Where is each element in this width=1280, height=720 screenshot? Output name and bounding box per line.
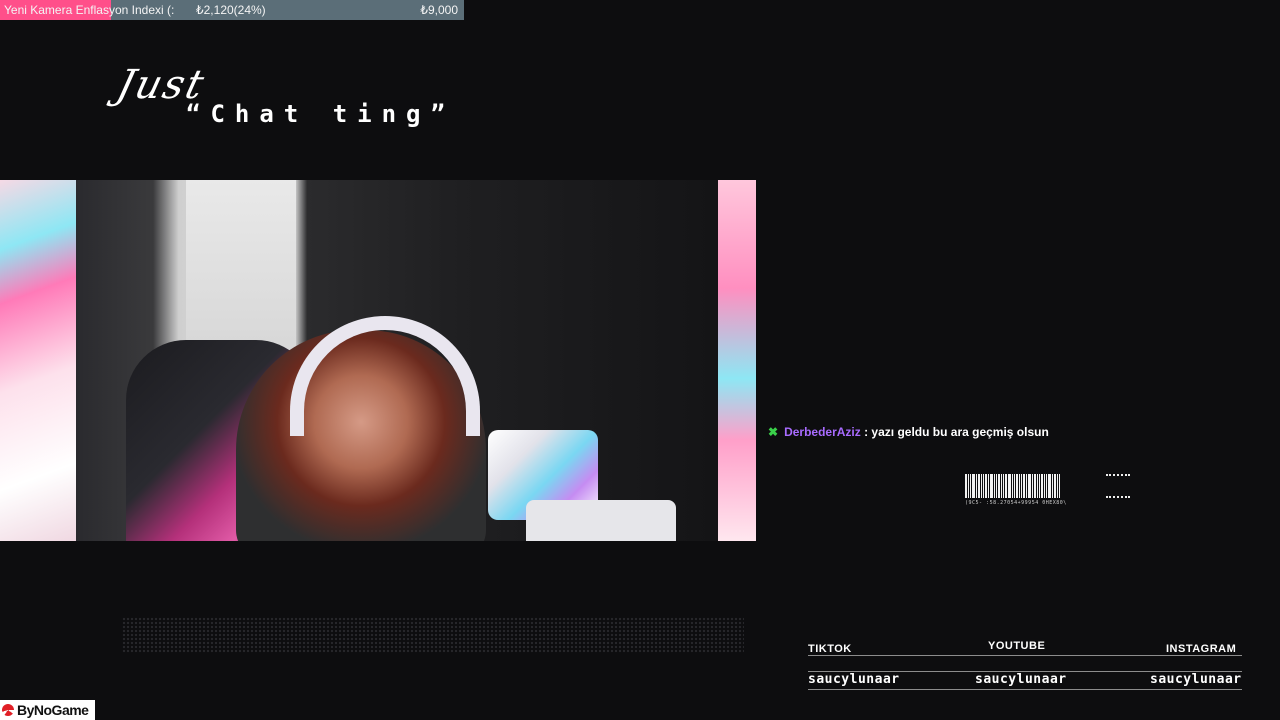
barcode-bar	[978, 474, 980, 498]
barcode-bar	[1054, 474, 1056, 498]
social-divider-top	[808, 655, 1242, 656]
barcode-bar	[1008, 474, 1011, 498]
watermark-text: ByNoGame	[17, 702, 89, 718]
webcam-video	[76, 180, 718, 541]
barcode-bar	[1026, 474, 1027, 498]
barcode-bar	[972, 474, 975, 498]
barcode-bar	[1001, 474, 1002, 498]
dotted-decoration	[122, 617, 744, 653]
barcode-bar	[1052, 474, 1053, 498]
webcam-gradient-border-right	[718, 180, 756, 541]
barcode-bar	[1041, 474, 1043, 498]
headphones	[290, 316, 480, 436]
bynogame-logo-icon	[2, 704, 14, 716]
barcode-bar	[985, 474, 987, 498]
barcode-bar	[1003, 474, 1004, 498]
scene-title-chatting: “Chat ting”	[186, 100, 455, 128]
barcode-bar	[1032, 474, 1033, 498]
webcam-gradient-border-left	[0, 180, 76, 541]
barcode-bar	[983, 474, 984, 498]
corner-marks-icon	[1106, 474, 1130, 498]
barcode-bar	[965, 474, 967, 498]
microphone-stand	[526, 500, 676, 541]
barcode-bar	[1048, 474, 1051, 498]
barcode-bar	[1023, 474, 1025, 498]
barcode-bar	[1034, 474, 1036, 498]
chat-separator: :	[860, 425, 872, 439]
barcode-bar	[1057, 474, 1058, 498]
green-x-badge-icon: ✖	[768, 425, 779, 439]
barcode-bar	[1028, 474, 1031, 498]
barcode-bar	[1037, 474, 1038, 498]
barcode-bar	[968, 474, 969, 498]
barcode-bar	[996, 474, 997, 498]
barcode-bars	[965, 474, 1067, 498]
webcam-frame	[0, 180, 756, 541]
barcode-bar	[1019, 474, 1020, 498]
donation-goal-bar: Yeni Kamera Enflasyon Indexi (: ₺2,120(2…	[0, 0, 464, 20]
goal-title: Yeni Kamera Enflasyon Indexi (:	[4, 3, 175, 17]
goal-raised-amount: ₺2,120(24%)	[196, 3, 266, 17]
barcode-bar	[988, 474, 989, 498]
barcode-bar	[998, 474, 1000, 498]
social-label-tiktok: TIKTOK	[808, 643, 852, 655]
social-handle-youtube: saucylunaar	[975, 672, 1067, 687]
barcode-bar	[970, 474, 971, 498]
barcode-bar	[1016, 474, 1018, 498]
barcode-bar	[1059, 474, 1060, 498]
barcode-bar	[981, 474, 982, 498]
barcode-bar	[994, 474, 995, 498]
barcode-caption: (9C5- :58.27054+99954 0HEX80\	[965, 500, 1067, 506]
social-handle-instagram: saucylunaar	[1150, 672, 1242, 687]
barcode-bar	[976, 474, 977, 498]
chat-username: DerbederAziz	[784, 425, 861, 439]
barcode-graphic: (9C5- :58.27054+99954 0HEX80\	[965, 474, 1067, 506]
social-label-instagram: INSTAGRAM	[1166, 643, 1237, 655]
barcode-bar	[1021, 474, 1022, 498]
barcode-bar	[1039, 474, 1040, 498]
social-label-youtube: YOUTUBE	[988, 640, 1046, 652]
goal-target-amount: ₺9,000	[420, 3, 458, 17]
barcode-bar	[1014, 474, 1015, 498]
chat-message: ✖ DerbederAziz : yazı geldu bu ara geçmiş…	[768, 425, 1049, 439]
barcode-bar	[1044, 474, 1045, 498]
barcode-bar	[1046, 474, 1047, 498]
barcode-bar	[1012, 474, 1013, 498]
chat-message-text: yazı geldu bu ara geçmiş olsun	[871, 425, 1049, 439]
social-divider-bottom	[808, 689, 1242, 690]
barcode-bar	[1005, 474, 1007, 498]
barcode-bar	[990, 474, 993, 498]
social-handle-tiktok: saucylunaar	[808, 672, 900, 687]
bynogame-watermark: ByNoGame	[0, 700, 95, 720]
